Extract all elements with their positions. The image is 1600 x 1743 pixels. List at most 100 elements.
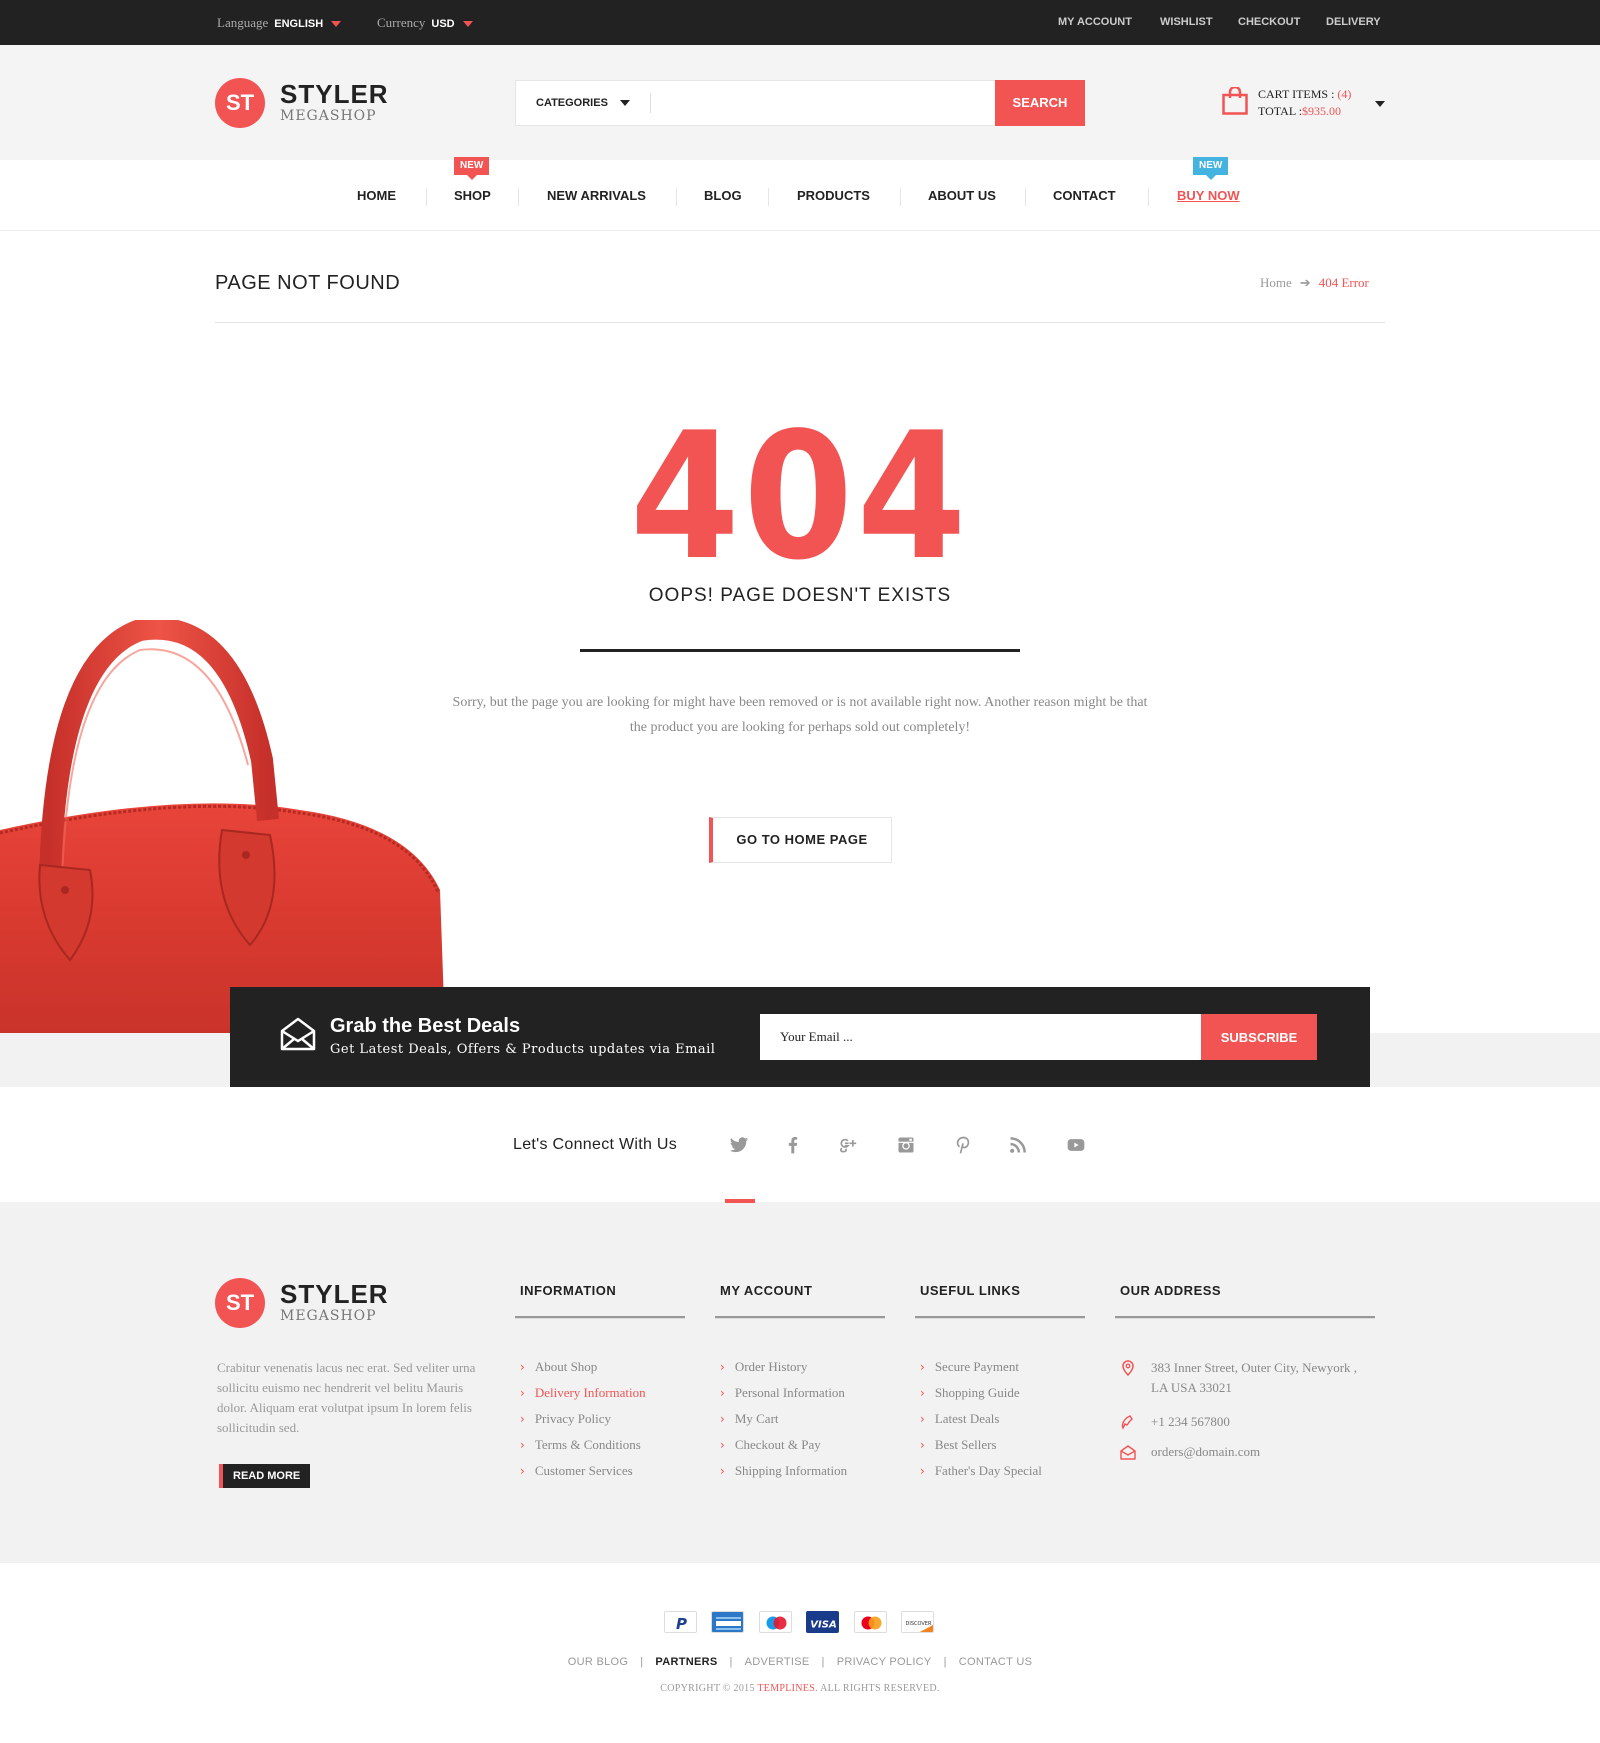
read-more-button[interactable]: READ MORE	[219, 1464, 311, 1488]
footer-my-account-title: MY ACCOUNT	[720, 1283, 813, 1298]
copyright: COPYRIGHT © 2015 TEMPLINES. ALL RIGHTS R…	[660, 1683, 940, 1694]
language-value: ENGLISH	[274, 18, 324, 30]
arrow-right-icon: ➔	[1299, 275, 1311, 290]
cart-items-label: CART ITEMS :	[1258, 87, 1335, 101]
logo-mark: ST	[215, 1278, 265, 1328]
logo-name: STYLER	[280, 1279, 389, 1309]
nav-divider	[1025, 188, 1026, 206]
privacy-policy-link[interactable]: PRIVACY POLICY	[837, 1656, 932, 1668]
cart-items-count: (4)	[1337, 87, 1352, 101]
breadcrumb-home[interactable]: Home	[1260, 275, 1292, 290]
facebook-icon[interactable]	[775, 1127, 811, 1163]
list-item[interactable]: › Order History	[720, 1356, 847, 1382]
delivery-link[interactable]: DELIVERY	[1326, 0, 1381, 45]
nav-contact[interactable]: CONTACT	[1053, 160, 1116, 231]
pinterest-icon[interactable]	[945, 1127, 981, 1163]
chevron-right-icon: ›	[920, 1386, 925, 1400]
list-item[interactable]: › Delivery Information	[520, 1382, 646, 1408]
instagram-icon[interactable]	[888, 1127, 924, 1163]
phone-number[interactable]: +1 234 567800	[1120, 1412, 1230, 1432]
shopping-bag-icon[interactable]	[1222, 87, 1248, 115]
language-selector[interactable]: Language ENGLISH	[217, 0, 342, 45]
svg-text:DISCOVER: DISCOVER	[906, 1621, 932, 1627]
address-block: 383 Inner Street, Outer City, Newyork , …	[1120, 1358, 1357, 1398]
list-item[interactable]: › Shopping Guide	[920, 1382, 1042, 1408]
chevron-right-icon: ›	[720, 1464, 725, 1478]
footer-useful-links-title: USEFUL LINKS	[920, 1283, 1021, 1298]
chevron-right-icon: ›	[520, 1438, 525, 1452]
list-item[interactable]: › Best Sellers	[920, 1434, 1042, 1460]
contact-us-link[interactable]: CONTACT US	[959, 1656, 1033, 1668]
footer-useful-links-list: › Secure Payment › Shopping Guide › Latest …	[920, 1356, 1042, 1486]
advertise-link[interactable]: ADVERTISE	[745, 1656, 810, 1668]
search-input[interactable]	[666, 89, 986, 117]
google-plus-icon[interactable]	[829, 1127, 865, 1163]
footer-my-account-list: › Order History › Personal Information › My…	[720, 1356, 847, 1486]
list-item[interactable]: › Shipping Information	[720, 1460, 847, 1486]
checkout-link[interactable]: CHECKOUT	[1238, 0, 1300, 45]
nav-blog[interactable]: BLOG	[704, 160, 742, 231]
cart-dropdown-icon[interactable]	[1375, 101, 1385, 107]
divider	[215, 322, 1385, 323]
list-item[interactable]: › Father's Day Special	[920, 1460, 1042, 1486]
address-line-2: LA USA 33021	[1151, 1380, 1232, 1395]
language-label: Language	[217, 15, 269, 30]
email-address[interactable]: orders@domain.com	[1120, 1442, 1260, 1462]
nav-products[interactable]: PRODUCTS	[797, 160, 870, 231]
subscribe-button[interactable]: SUBSCRIBE	[1201, 1014, 1317, 1060]
list-item[interactable]: › Latest Deals	[920, 1408, 1042, 1434]
category-dropdown[interactable]: CATEGORIES	[536, 81, 630, 125]
nav-about-us[interactable]: ABOUT US	[928, 160, 996, 231]
nav-home[interactable]: HOME	[357, 160, 396, 231]
chevron-right-icon: ›	[920, 1464, 925, 1478]
logo-name: STYLER	[280, 79, 389, 109]
list-item[interactable]: › Customer Services	[520, 1460, 646, 1486]
partners-link[interactable]: PARTNERS	[655, 1656, 717, 1668]
list-item[interactable]: › About Shop	[520, 1356, 646, 1382]
newsletter-box: Grab the Best Deals Get Latest Deals, Of…	[230, 987, 1370, 1087]
svg-text:VISA: VISA	[810, 1620, 836, 1631]
social-connect: Let's Connect With Us	[0, 1087, 1600, 1203]
list-item[interactable]: › Privacy Policy	[520, 1408, 646, 1434]
my-account-link[interactable]: MY ACCOUNT	[1058, 0, 1132, 45]
amex-icon	[711, 1611, 744, 1633]
breadcrumb-current: 404 Error	[1318, 275, 1369, 290]
search-button[interactable]: SEARCH	[995, 80, 1085, 126]
breadcrumb: Home ➔ 404 Error	[1260, 275, 1369, 291]
youtube-icon[interactable]	[1058, 1127, 1094, 1163]
map-pin-icon	[1122, 1360, 1134, 1376]
footer-description: Crabitur venenatis lacus nec erat. Sed v…	[217, 1360, 476, 1435]
nav-divider	[518, 188, 519, 206]
address-line-1: 383 Inner Street, Outer City, Newyork ,	[1151, 1360, 1358, 1375]
templines-link[interactable]: TEMPLINES	[757, 1683, 815, 1694]
nav-new-arrivals[interactable]: NEW ARRIVALS	[547, 160, 646, 231]
footer-address-title: OUR ADDRESS	[1120, 1283, 1222, 1298]
top-bar: Language ENGLISH Currency USD MY ACCOUNT W…	[0, 0, 1600, 45]
language-caret-icon	[331, 20, 342, 27]
go-home-button[interactable]: GO TO HOME PAGE	[709, 817, 892, 863]
chevron-right-icon: ›	[920, 1360, 925, 1374]
wishlist-link[interactable]: WISHLIST	[1160, 0, 1213, 45]
divider	[515, 1316, 685, 1319]
currency-selector[interactable]: Currency USD	[377, 0, 473, 45]
our-blog-link[interactable]: OUR BLOG	[568, 1656, 628, 1668]
visa-icon: VISA	[806, 1611, 839, 1633]
connect-title: Let's Connect With Us	[513, 1136, 678, 1153]
newsletter-title: Grab the Best Deals	[330, 1015, 521, 1037]
rss-icon[interactable]	[1000, 1127, 1036, 1163]
category-label: CATEGORIES	[536, 97, 608, 109]
list-item[interactable]: › Checkout & Pay	[720, 1434, 847, 1460]
list-item[interactable]: › Secure Payment	[920, 1356, 1042, 1382]
nav-divider	[426, 188, 427, 206]
divider	[1115, 1316, 1375, 1319]
list-item[interactable]: › Personal Information	[720, 1382, 847, 1408]
currency-label: Currency	[377, 15, 426, 30]
error-code: 404	[630, 396, 970, 570]
chevron-right-icon: ›	[720, 1386, 725, 1400]
list-item[interactable]: › Terms & Conditions	[520, 1434, 646, 1460]
cart-total-label: TOTAL :	[1258, 104, 1303, 118]
list-item[interactable]: › My Cart	[720, 1408, 847, 1434]
twitter-icon[interactable]	[721, 1127, 757, 1163]
cart-items[interactable]: CART ITEMS : (4)	[1258, 87, 1351, 102]
email-field[interactable]	[760, 1014, 1201, 1060]
